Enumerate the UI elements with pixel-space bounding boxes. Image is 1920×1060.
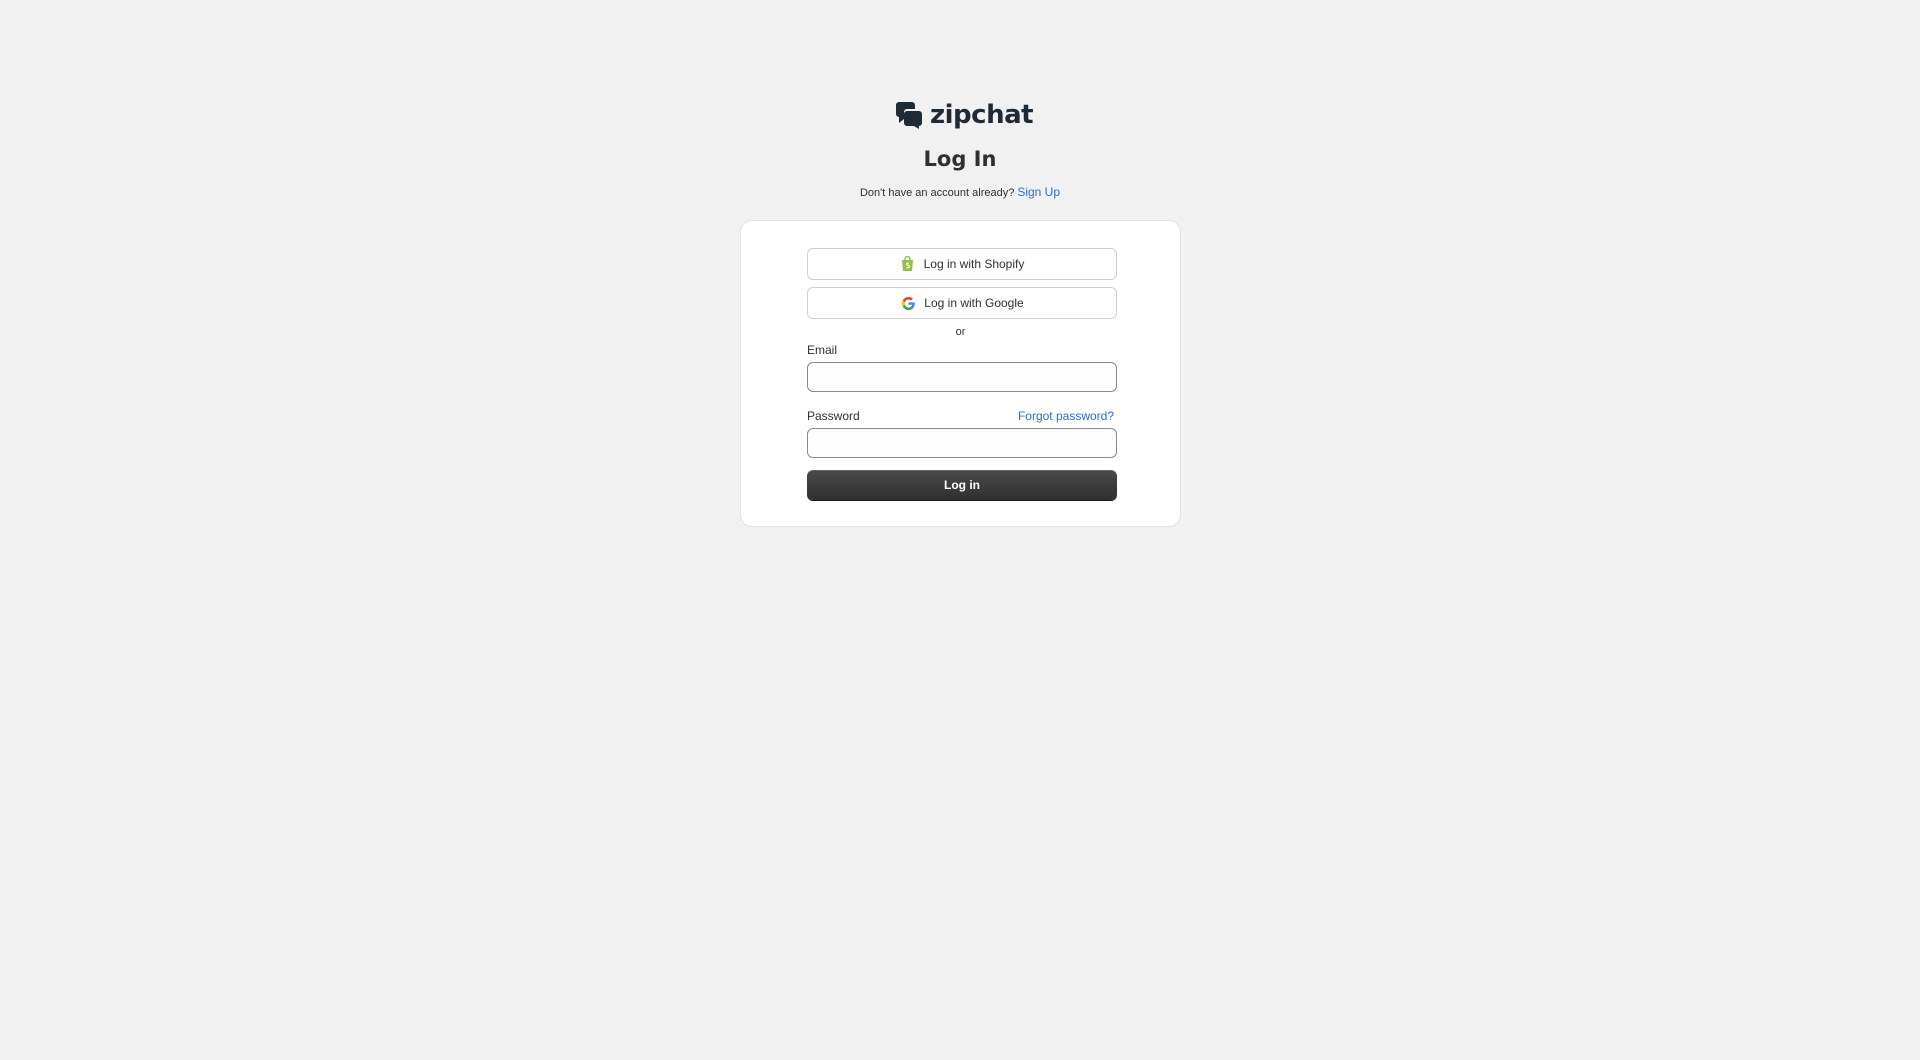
login-card: Log in with Shopify Log in with Google o… <box>740 220 1181 527</box>
forgot-password-link[interactable]: Forgot password? <box>1018 408 1114 424</box>
signup-link[interactable]: Sign Up <box>1017 185 1060 199</box>
or-divider: or <box>955 326 966 338</box>
zipchat-chat-bubble-icon <box>896 102 922 129</box>
shopify-bag-icon <box>900 256 916 272</box>
login-submit-button[interactable]: Log in <box>807 470 1117 500</box>
login-with-google-button[interactable]: Log in with Google <box>807 287 1117 319</box>
login-with-shopify-button[interactable]: Log in with Shopify <box>807 248 1117 280</box>
brand-logo[interactable]: zipchat <box>896 100 1034 130</box>
signup-prompt-text: Don't have an account already? <box>859 187 1015 199</box>
google-g-icon <box>900 295 916 311</box>
email-input[interactable] <box>807 362 1117 392</box>
brand-name: zipchat <box>930 100 1034 130</box>
password-input[interactable] <box>807 428 1117 458</box>
password-label: Password <box>807 409 860 423</box>
shopify-button-label: Log in with Shopify <box>923 257 1025 271</box>
google-button-label: Log in with Google <box>924 296 1024 310</box>
email-label: Email <box>807 343 838 357</box>
signup-prompt-line: Don't have an account already? Sign Up <box>0 184 1920 201</box>
page-title: Log In <box>923 147 997 171</box>
